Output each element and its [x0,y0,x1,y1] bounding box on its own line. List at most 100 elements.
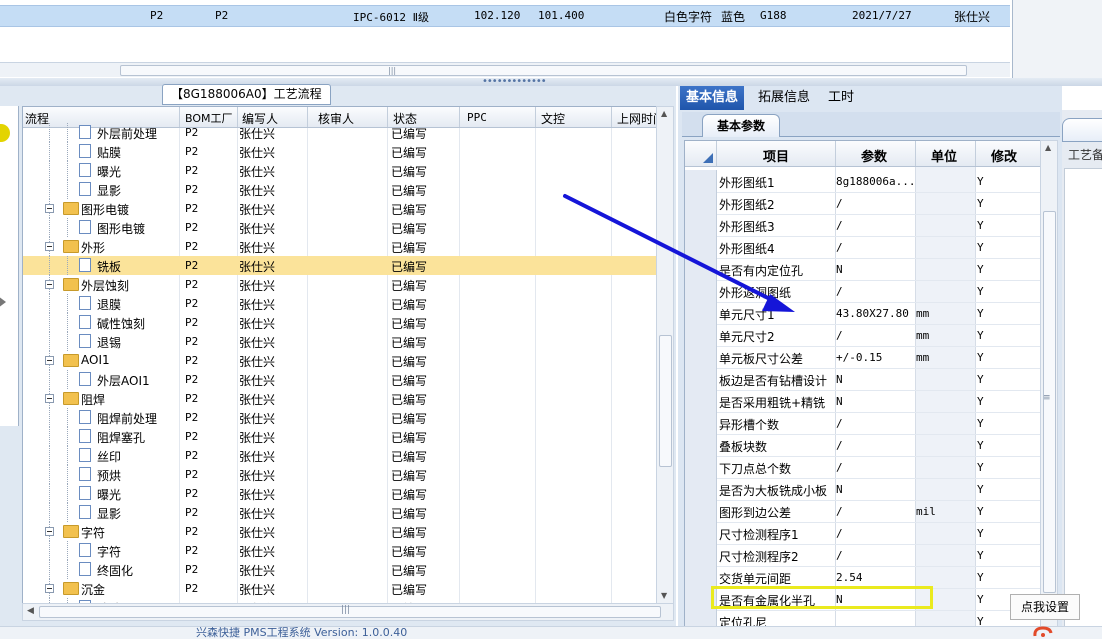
row-indicator[interactable] [685,192,717,214]
param-row[interactable]: 单元板尺寸公差 +/-0.15 mm Y [685,346,1043,369]
row-indicator[interactable] [685,368,717,390]
tree-row[interactable]: 显影 P2 张仕兴 已编写 [23,180,659,199]
param-row[interactable]: 下刀点总个数 / Y [685,456,1043,479]
tree-row[interactable]: 预烘 P2 张仕兴 已编写 [23,465,659,484]
col-header-modify[interactable]: 修改 [991,146,1017,165]
expand-toggle-icon[interactable] [45,527,54,536]
scroll-up-icon[interactable]: ▲ [1045,143,1051,152]
tree-row[interactable]: 外层AOI1 P2 张仕兴 已编写 [23,370,659,389]
tree-row[interactable]: 退锡 P2 张仕兴 已编写 [23,332,659,351]
tree-row[interactable]: 外层前处理 P2 张仕兴 已编写 [23,123,659,142]
row-indicator[interactable] [685,478,717,500]
tree-row[interactable]: 显影 P2 张仕兴 已编写 [23,503,659,522]
row-indicator[interactable] [685,236,717,258]
row-indicator[interactable] [685,280,717,302]
craft-remarks-list[interactable] [1064,168,1102,628]
collapse-arrow-icon[interactable] [0,296,6,308]
expand-toggle-icon[interactable] [45,394,54,403]
row-indicator[interactable] [685,434,717,456]
col-header-param[interactable]: 参数 [861,146,887,165]
tree-vertical-scrollbar[interactable]: ▲ ▼ [656,106,674,604]
col-header-item[interactable]: 项目 [763,146,789,165]
select-all-corner-icon[interactable] [703,153,713,163]
tree-row[interactable]: 外形 P2 张仕兴 已编写 [23,237,659,256]
row-indicator[interactable] [685,346,717,368]
param-row[interactable]: 叠板块数 / Y [685,434,1043,457]
craft-remarks-tab[interactable] [1062,118,1102,142]
scroll-down-icon[interactable]: ▼ [661,591,667,600]
top-cell-date: 2021/7/27 [852,9,912,22]
top-grid-row[interactable]: P2 P2 IPC-6012 Ⅱ级 102.120 101.400 白色字符 蓝… [0,5,1010,27]
tree-row[interactable]: 沉金 P2 张仕兴 已编写 [23,579,659,598]
tree-row[interactable]: 字符 P2 张仕兴 已编写 [23,541,659,560]
tree-row[interactable]: 图形电镀 P2 张仕兴 已编写 [23,199,659,218]
param-row[interactable]: 单元尺寸1 43.80X27.80 mm Y [685,302,1043,325]
param-row[interactable]: 尺寸检测程序2 / Y [685,544,1043,567]
tree-row[interactable]: 外层蚀刻 P2 张仕兴 已编写 [23,275,659,294]
expand-toggle-icon[interactable] [45,242,54,251]
header-divider [835,141,836,166]
top-horizontal-scrollbar[interactable]: ||| [0,62,1010,77]
param-row[interactable]: 尺寸检测程序1 / Y [685,522,1043,545]
tree-row[interactable]: AOI1 P2 张仕兴 已编写 [23,351,659,370]
param-row[interactable]: 外形图纸4 / Y [685,236,1043,259]
tab-extended-info[interactable]: 拓展信息 [752,86,816,110]
tree-horizontal-scrollbar[interactable]: ◀ ||| [22,603,674,621]
scroll-up-icon[interactable]: ▲ [661,109,667,118]
tree-row[interactable]: 阻焊前处理 P2 张仕兴 已编写 [23,408,659,427]
row-indicator[interactable] [685,258,717,280]
param-row[interactable]: 外形返洞图纸 / Y [685,280,1043,303]
tree-row[interactable]: 图形电镀 P2 张仕兴 已编写 [23,218,659,237]
row-indicator[interactable] [685,544,717,566]
row-indicator[interactable] [685,456,717,478]
tree-row[interactable]: 字符 P2 张仕兴 已编写 [23,522,659,541]
tree-row[interactable]: 贴膜 P2 张仕兴 已编写 [23,142,659,161]
tree-row[interactable]: 退膜 P2 张仕兴 已编写 [23,294,659,313]
param-row[interactable]: 异形槽个数 / Y [685,412,1043,435]
tab-basic-info[interactable]: 基本信息 [680,86,745,110]
params-vertical-scrollbar[interactable]: ▲ ≡ [1040,140,1058,628]
row-indicator[interactable] [685,566,717,588]
expand-toggle-icon[interactable] [45,584,54,593]
param-row-item: 外形返洞图纸 [719,286,792,300]
expand-toggle-icon[interactable] [45,356,54,365]
param-row[interactable]: 外形图纸1 8g188006a... Y [685,170,1043,193]
document-icon [79,410,91,424]
param-row[interactable]: 外形图纸2 / Y [685,192,1043,215]
param-row[interactable]: 单元尺寸2 / mm Y [685,324,1043,347]
col-header-unit[interactable]: 单位 [931,146,957,165]
tree-row[interactable]: 丝印 P2 张仕兴 已编写 [23,446,659,465]
row-indicator[interactable] [685,522,717,544]
row-indicator[interactable] [685,302,717,324]
settings-tooltip[interactable]: 点我设置 [1010,594,1080,620]
row-indicator[interactable] [685,324,717,346]
param-row[interactable]: 是否有内定位孔 N Y [685,258,1043,281]
row-indicator[interactable] [685,500,717,522]
scroll-thumb[interactable] [659,335,672,467]
tab-work-hours[interactable]: 工时 [822,86,860,110]
row-indicator[interactable] [685,412,717,434]
scroll-left-icon[interactable]: ◀ [27,606,34,616]
top-cell-code: G188 [760,9,787,22]
tree-row[interactable]: 曝光 P2 张仕兴 已编写 [23,484,659,503]
param-row[interactable]: 是否采用粗铣+精铣 N Y [685,390,1043,413]
tree-row[interactable]: 阻焊塞孔 P2 张仕兴 已编写 [23,427,659,446]
row-indicator[interactable] [685,170,717,192]
param-row[interactable]: 是否为大板铣成小板 N Y [685,478,1043,501]
expand-toggle-icon[interactable] [45,204,54,213]
row-indicator[interactable] [685,214,717,236]
tree-row[interactable]: 曝光 P2 张仕兴 已编写 [23,161,659,180]
row-indicator[interactable] [685,390,717,412]
param-row[interactable]: 图形到边公差 / mil Y [685,500,1043,523]
tree-row[interactable]: 终固化 P2 张仕兴 已编写 [23,560,659,579]
tree-row[interactable]: 阻焊 P2 张仕兴 已编写 [23,389,659,408]
scroll-thumb[interactable] [120,65,967,76]
expand-toggle-icon[interactable] [45,280,54,289]
param-row[interactable]: 外形图纸3 / Y [685,214,1043,237]
tree-row[interactable]: 碱性蚀刻 P2 张仕兴 已编写 [23,313,659,332]
tree-row[interactable]: 铣板 P2 张仕兴 已编写 [23,256,659,275]
tree-row-name: 外层蚀刻 [81,279,130,293]
tree-row-writer: 张仕兴 [239,469,276,483]
subtab-basic-params[interactable]: 基本参数 [702,114,781,137]
param-row[interactable]: 板边是否有钻槽设计 N Y [685,368,1043,391]
